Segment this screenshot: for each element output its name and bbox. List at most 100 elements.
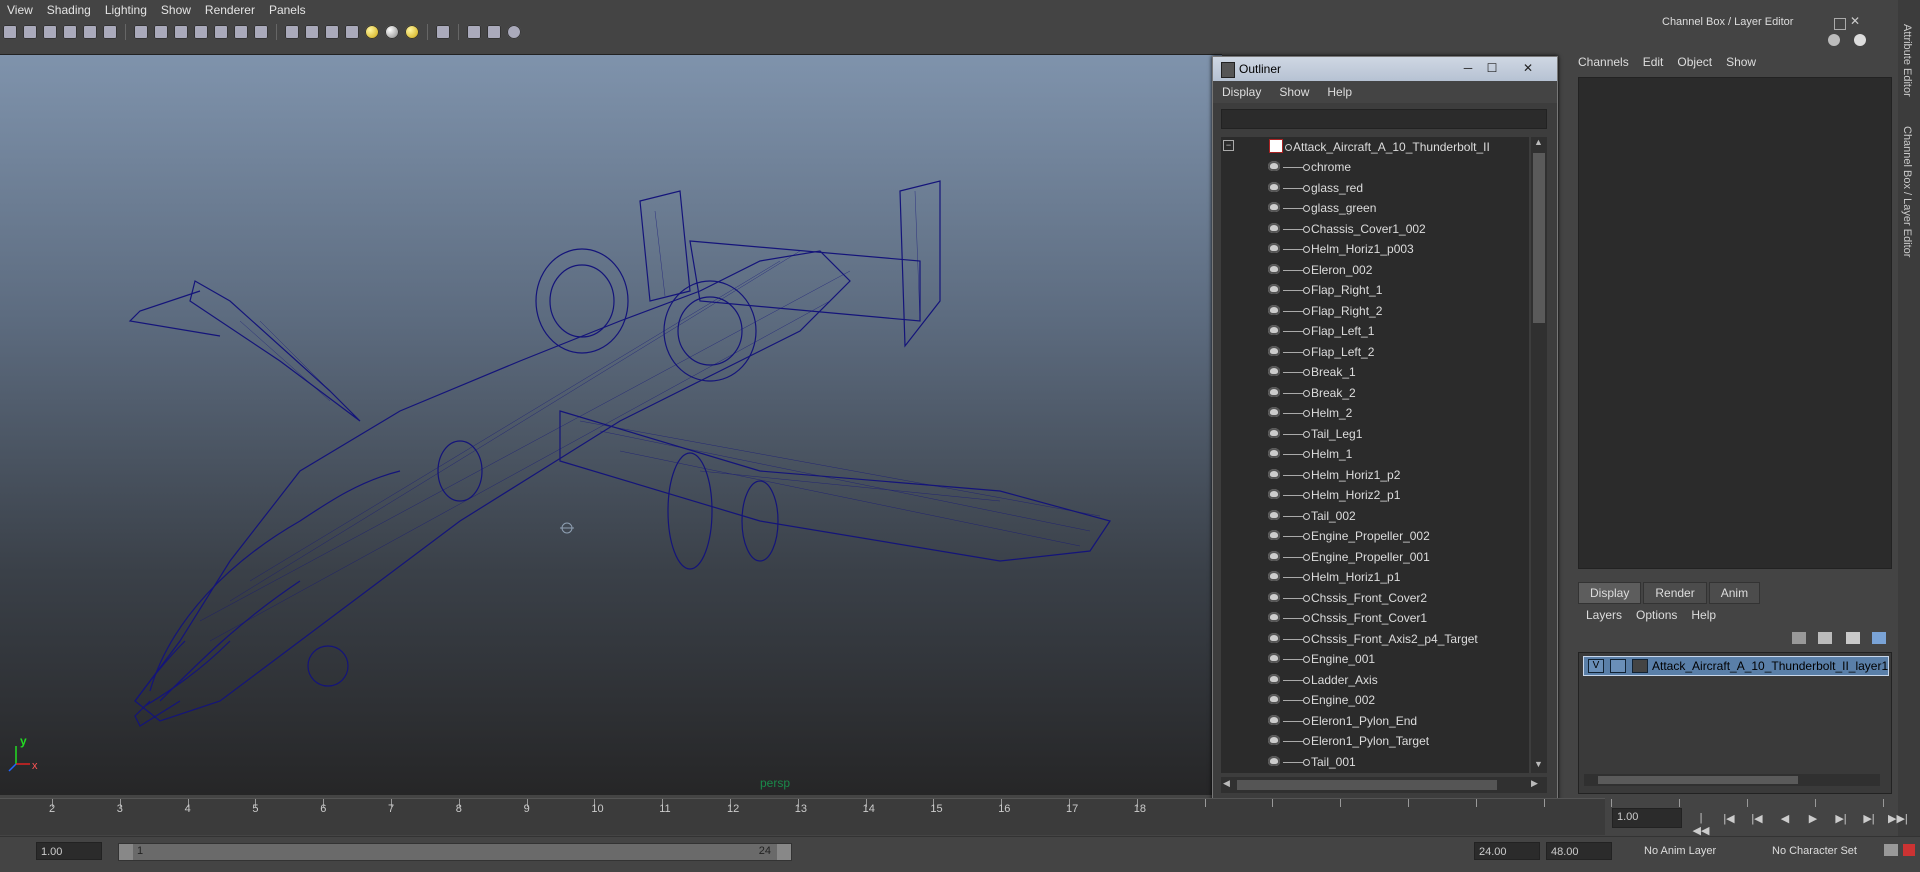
menu-panels[interactable]: Panels [262,0,313,17]
outliner-titlebar[interactable]: Outliner ─ ☐ ✕ [1213,57,1557,81]
go-to-end-icon[interactable]: ▶▶| [1888,812,1908,826]
range-start-handle[interactable] [119,844,133,860]
text-icon[interactable] [254,25,268,39]
outliner-item[interactable]: Eleron1_Pylon_End [1221,711,1521,731]
step-forward-icon[interactable]: ▶| [1860,812,1878,826]
outliner-item[interactable]: Tail_Leg1 [1221,424,1521,444]
resolution-gate-icon[interactable] [436,25,450,39]
xray-icon[interactable] [305,25,319,39]
outliner-menu-show[interactable]: Show [1270,81,1318,99]
auto-key-icon[interactable] [1903,844,1915,856]
outliner-item[interactable]: Chssis_Front_Cover1 [1221,608,1521,628]
outliner-item[interactable]: glass_green [1221,198,1521,218]
wireframe-icon[interactable] [134,25,148,39]
outliner-item[interactable]: Flap_Left_1 [1221,321,1521,341]
channel-box-layer-editor-tab[interactable]: Channel Box / Layer Editor [1901,126,1913,257]
outliner-item[interactable]: Flap_Right_2 [1221,301,1521,321]
time-slider[interactable]: 2 3 4 5 6 7 8 9 10 11 12 13 14 15 16 17 18 [0,798,1884,835]
layer-menu-layers[interactable]: Layers [1586,608,1622,622]
key-icon[interactable] [1884,844,1898,856]
outliner-item[interactable]: Break_2 [1221,383,1521,403]
outliner-item[interactable]: Chssis_Front_Cover2 [1221,588,1521,608]
xray-joints-icon[interactable] [325,25,339,39]
camera-attributes-icon[interactable] [23,25,37,39]
menu-lighting[interactable]: Lighting [98,0,154,17]
maximize-icon[interactable]: ☐ [1481,60,1503,76]
step-back-key-icon[interactable]: |◀ [1748,812,1766,826]
menu-renderer[interactable]: Renderer [198,0,262,17]
go-to-start-icon[interactable]: |◀◀ [1692,812,1710,837]
range-end-handle[interactable] [777,844,791,860]
scroll-left-icon[interactable]: ◀ [1223,778,1230,789]
outliner-item[interactable]: Chassis_Cover1_002 [1221,219,1521,239]
float-icon[interactable] [1834,18,1846,30]
collapse-icon[interactable]: − [1223,140,1234,151]
smooth-shade-icon[interactable] [154,25,168,39]
outliner-menu-help[interactable]: Help [1318,81,1361,99]
outliner-item[interactable]: Flap_Right_1 [1221,280,1521,300]
step-forward-key-icon[interactable]: ▶| [1832,812,1850,826]
channel-menu-object[interactable]: Object [1677,55,1712,69]
channel-menu-show[interactable]: Show [1726,55,1756,69]
playback-end-field[interactable]: 24.00 [1474,842,1540,860]
tab-display[interactable]: Display [1578,582,1642,604]
scroll-up-icon[interactable]: ▲ [1534,137,1543,147]
layer-display-type[interactable] [1610,659,1626,673]
select-camera-icon[interactable] [3,25,17,39]
outliner-item[interactable]: Break_1 [1221,362,1521,382]
outliner-item[interactable]: Helm_1 [1221,444,1521,464]
scroll-down-icon[interactable]: ▼ [1534,759,1543,769]
range-slider[interactable]: 1 24 [118,843,792,861]
outliner-horizontal-scrollbar[interactable]: ◀ ▶ [1221,777,1547,793]
outliner-item[interactable]: Eleron1_Pylon_Target [1221,731,1521,751]
new-layer-selected-icon[interactable] [1846,632,1860,644]
anim-layer-dropdown[interactable]: No Anim Layer [1640,842,1750,860]
outliner-tree[interactable]: − Attack_Aircraft_A_10_Thunderbolt_II ch… [1221,137,1529,773]
channel-menu-channels[interactable]: Channels [1578,55,1629,69]
character-set-dropdown[interactable]: No Character Set [1768,842,1882,860]
scroll-thumb[interactable] [1237,780,1497,790]
play-forward-icon[interactable]: ▶ [1804,812,1822,826]
viewport-persp[interactable]: y x [0,54,1222,795]
layer-menu-help[interactable]: Help [1691,608,1716,622]
step-back-icon[interactable]: |◀ [1720,812,1738,826]
outliner-item[interactable]: Engine_Propeller_001 [1221,547,1521,567]
outliner-item[interactable]: Helm_Horiz1_p003 [1221,239,1521,259]
layer-color-swatch[interactable] [1632,659,1648,673]
close-icon[interactable]: ✕ [1850,14,1860,28]
outliner-item[interactable]: Chssis_Front_Axis2_p4_Target [1221,629,1521,649]
bookmark-icon[interactable] [43,25,57,39]
tab-anim[interactable]: Anim [1708,582,1761,604]
animation-end-field[interactable]: 48.00 [1546,842,1612,860]
attribute-editor-tab[interactable]: Attribute Editor [1901,24,1913,97]
depth-of-field-icon[interactable] [405,25,419,39]
shadows-icon[interactable] [234,25,248,39]
textured-icon[interactable] [194,25,208,39]
outliner-item[interactable]: Eleron_002 [1221,260,1521,280]
channel-box-area[interactable] [1578,77,1892,569]
display-toggle-icon[interactable] [1854,34,1866,46]
outliner-vertical-scrollbar[interactable]: ▲ ▼ [1531,137,1547,773]
outliner-root-row[interactable]: − Attack_Aircraft_A_10_Thunderbolt_II [1221,137,1521,157]
checker-icon[interactable] [345,25,359,39]
use-lights-icon[interactable] [214,25,228,39]
outliner-item[interactable]: Tail_001 [1221,752,1521,772]
outliner-item[interactable]: Engine_002 [1221,690,1521,710]
isolate-select-icon[interactable] [285,25,299,39]
outliner-menu-display[interactable]: Display [1213,81,1270,99]
current-frame-field[interactable]: 1.00 [1612,808,1682,828]
image-plane-icon[interactable] [63,25,77,39]
frame-icon[interactable] [487,25,501,39]
wireframe-on-shaded-icon[interactable] [174,25,188,39]
film-gate-icon[interactable] [103,25,117,39]
menu-view[interactable]: View [0,0,40,17]
outliner-item[interactable]: Engine_001 [1221,649,1521,669]
menu-show[interactable]: Show [154,0,198,17]
grid-icon[interactable] [83,25,97,39]
outliner-item[interactable]: Helm_Horiz2_p1 [1221,485,1521,505]
ambient-occlusion-icon[interactable] [365,25,379,39]
minimize-icon[interactable]: ─ [1457,60,1479,76]
scroll-thumb[interactable] [1533,153,1545,323]
scroll-right-icon[interactable]: ▶ [1531,778,1538,789]
channel-menu-edit[interactable]: Edit [1643,55,1664,69]
